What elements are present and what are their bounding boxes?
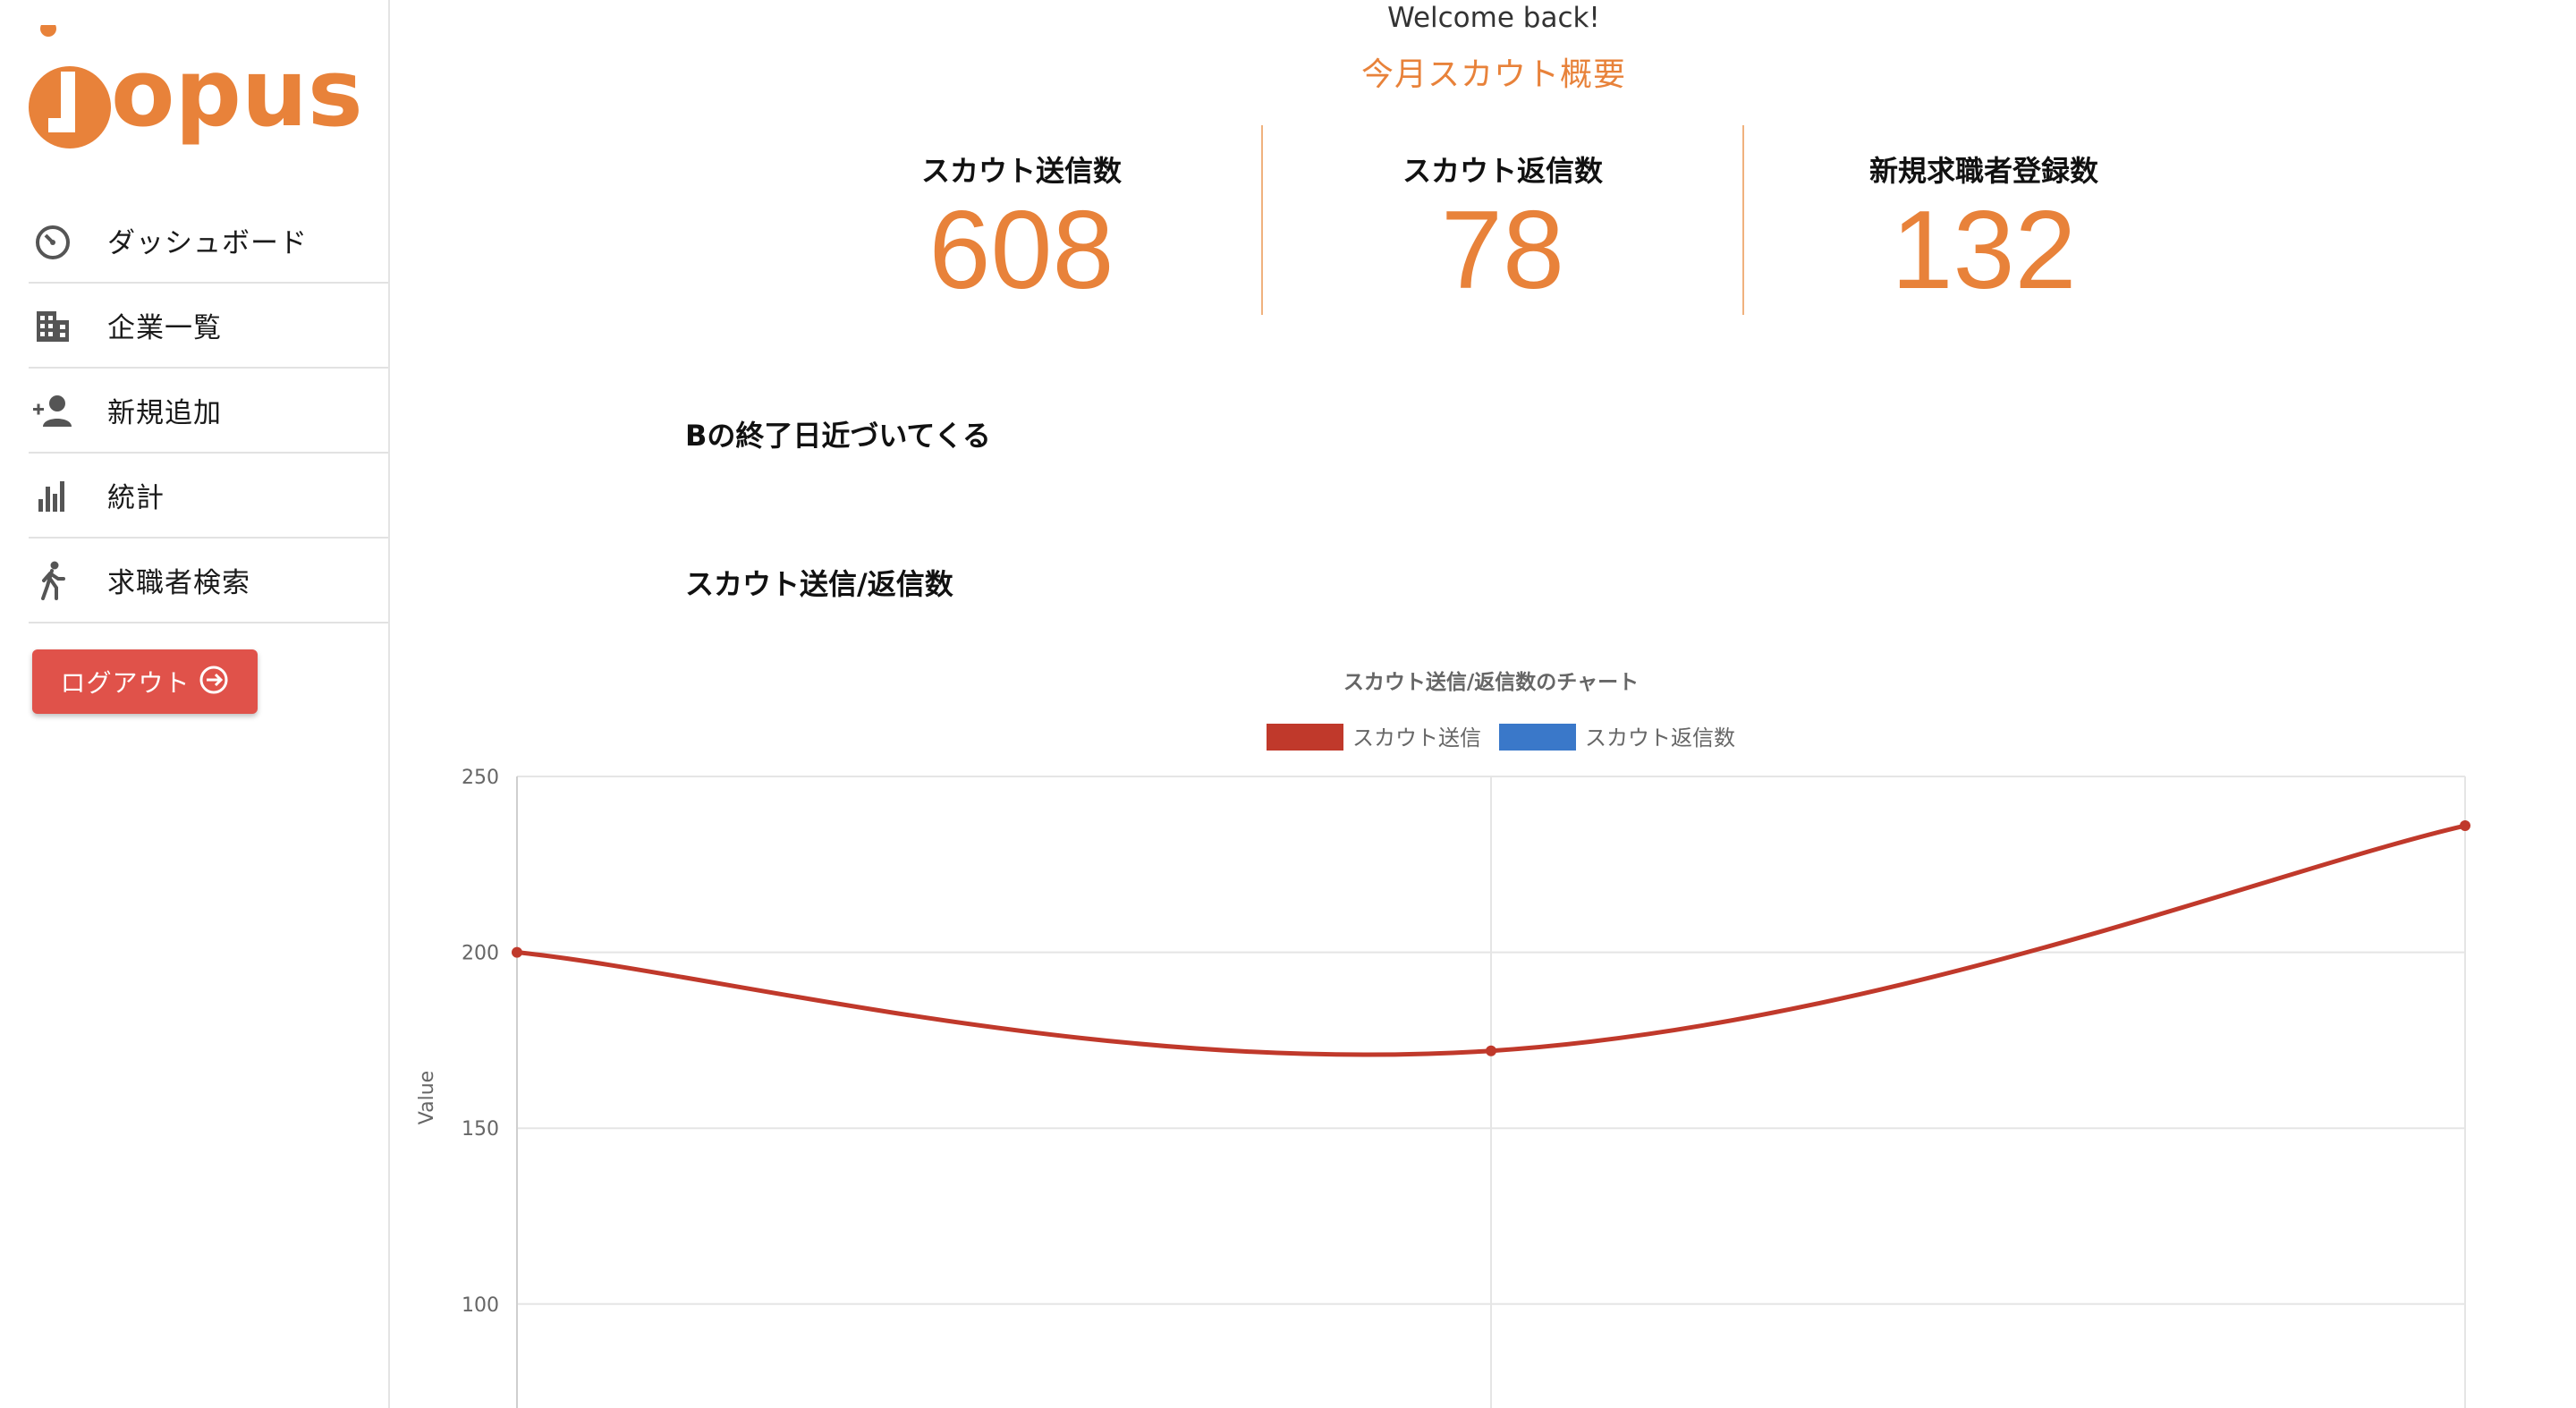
sidebar-item-label: ダッシュボード <box>107 227 308 259</box>
chart-section-title: スカウト送信/返信数 <box>685 567 953 601</box>
scout-line-chart: スカウト送信/返信数のチャートスカウト送信 スカウト返信数 100 150 200 250… <box>388 644 2576 1408</box>
data-point <box>512 946 522 958</box>
y-tick-label: 200 <box>462 943 499 965</box>
stat-label: 新規求職者登録数 <box>1868 154 2098 188</box>
logout-icon <box>191 664 230 700</box>
sidebar-item-companies[interactable]: 企業一覧 <box>29 284 388 369</box>
sidebar-item-dashboard[interactable]: ダッシュボード <box>29 199 388 284</box>
legend-swatch <box>1267 724 1343 751</box>
data-point <box>1486 1045 1496 1056</box>
legend-label: スカウト返信数 <box>1585 725 1735 751</box>
welcome-message: Welcome back! <box>1387 2 1600 34</box>
logout-button[interactable]: ログアウト <box>32 649 258 714</box>
sidebar-item-label: 新規追加 <box>107 397 222 429</box>
stat-new-job-seekers: 新規求職者登録数 132 <box>1744 125 2224 315</box>
notice-title: Bの終了日近づいてくる <box>685 419 991 453</box>
svg-text:opus: opus <box>111 38 363 148</box>
add-person-icon <box>30 388 75 433</box>
sidebar-item-label: 統計 <box>107 482 165 514</box>
sidebar-item-label: 企業一覧 <box>107 312 222 344</box>
speedometer-icon <box>30 218 75 263</box>
legend-swatch <box>1499 724 1576 751</box>
jopus-logo[interactable]: opus <box>25 25 365 150</box>
sidebar: opus ダッシュボード 企業一覧 新規追加 統計 求職者検索 ログアウト <box>0 0 390 1408</box>
sidebar-item-statistics[interactable]: 統計 <box>29 454 388 539</box>
data-point <box>2460 820 2470 832</box>
stat-scout-sent: スカウト送信数 608 <box>782 125 1261 315</box>
stat-value: 78 <box>1441 189 1564 312</box>
stat-scout-replied: スカウト返信数 78 <box>1263 125 1742 315</box>
y-tick-label: 100 <box>462 1294 499 1317</box>
page-subtitle: 今月スカウト概要 <box>1360 56 1626 93</box>
legend-label: スカウト送信 <box>1352 725 1481 751</box>
building-icon <box>30 303 75 348</box>
stat-label: スカウト送信数 <box>920 154 1122 188</box>
y-axis-label: Value <box>416 1071 438 1124</box>
chart-title: スカウト送信/返信数のチャート <box>1343 670 1639 694</box>
sidebar-item-add-new[interactable]: 新規追加 <box>29 369 388 454</box>
walking-person-icon <box>30 558 75 603</box>
logout-label: ログアウト <box>60 668 191 698</box>
sidebar-item-job-seeker-search[interactable]: 求職者検索 <box>29 539 388 623</box>
stat-value: 132 <box>1891 189 2077 312</box>
bar-chart-icon <box>30 473 75 518</box>
stat-value: 608 <box>928 189 1114 312</box>
y-tick-label: 150 <box>462 1118 499 1141</box>
y-tick-label: 250 <box>462 767 499 789</box>
stat-label: スカウト返信数 <box>1402 154 1603 188</box>
sidebar-item-label: 求職者検索 <box>107 567 250 599</box>
